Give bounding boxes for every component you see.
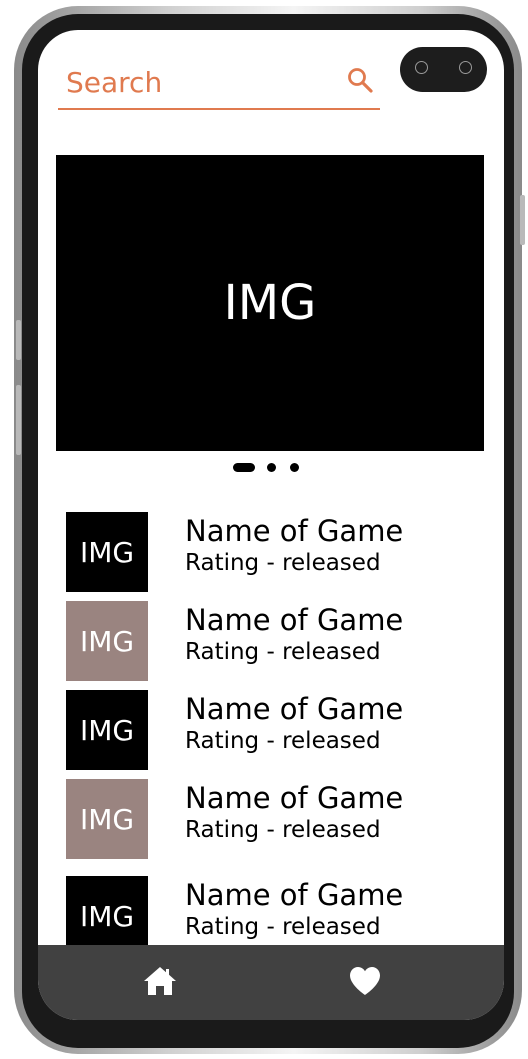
game-thumbnail-label: IMG [79,624,135,658]
game-subtitle: Rating - released [185,914,381,940]
game-list-item[interactable]: IMG Name of Game Rating - released [66,779,486,861]
game-thumbnail: IMG [66,779,148,859]
search-bar[interactable]: Search [58,60,380,110]
game-title: Name of Game [185,781,404,815]
game-list-item[interactable]: IMG Name of Game Rating - released [66,601,486,683]
game-title: Name of Game [185,692,404,726]
side-button [16,320,21,360]
game-title: Name of Game [185,603,404,637]
side-button [16,385,21,455]
game-title: Name of Game [185,878,404,912]
carousel-dot[interactable] [267,463,276,472]
game-list-item[interactable]: IMG Name of Game Rating - released [66,512,486,594]
game-thumbnail-label: IMG [79,535,135,569]
hero-image-label: IMG [223,275,317,331]
game-thumbnail: IMG [66,512,148,592]
hero-image[interactable]: IMG [56,155,484,451]
game-subtitle: Rating - released [185,639,381,665]
side-button [520,195,525,245]
game-thumbnail: IMG [66,601,148,681]
search-input[interactable]: Search [66,66,162,99]
game-subtitle: Rating - released [185,728,381,754]
game-thumbnail: IMG [66,876,148,956]
camera-cutout [400,47,487,92]
carousel-dot[interactable] [290,463,299,472]
game-title: Name of Game [185,514,404,548]
game-thumbnail-label: IMG [79,899,135,933]
game-thumbnail: IMG [66,690,148,770]
game-subtitle: Rating - released [185,817,381,843]
bottom-navigation [38,945,504,1020]
search-icon[interactable] [346,66,374,94]
home-icon[interactable] [143,965,177,997]
game-list-item[interactable]: IMG Name of Game Rating - released [66,690,486,772]
camera-lens-icon [415,61,428,74]
game-thumbnail-label: IMG [79,713,135,747]
game-subtitle: Rating - released [185,550,381,576]
carousel-dot-active[interactable] [233,463,255,472]
heart-icon[interactable] [349,966,381,996]
game-thumbnail-label: IMG [79,802,135,836]
camera-lens-icon [459,61,472,74]
